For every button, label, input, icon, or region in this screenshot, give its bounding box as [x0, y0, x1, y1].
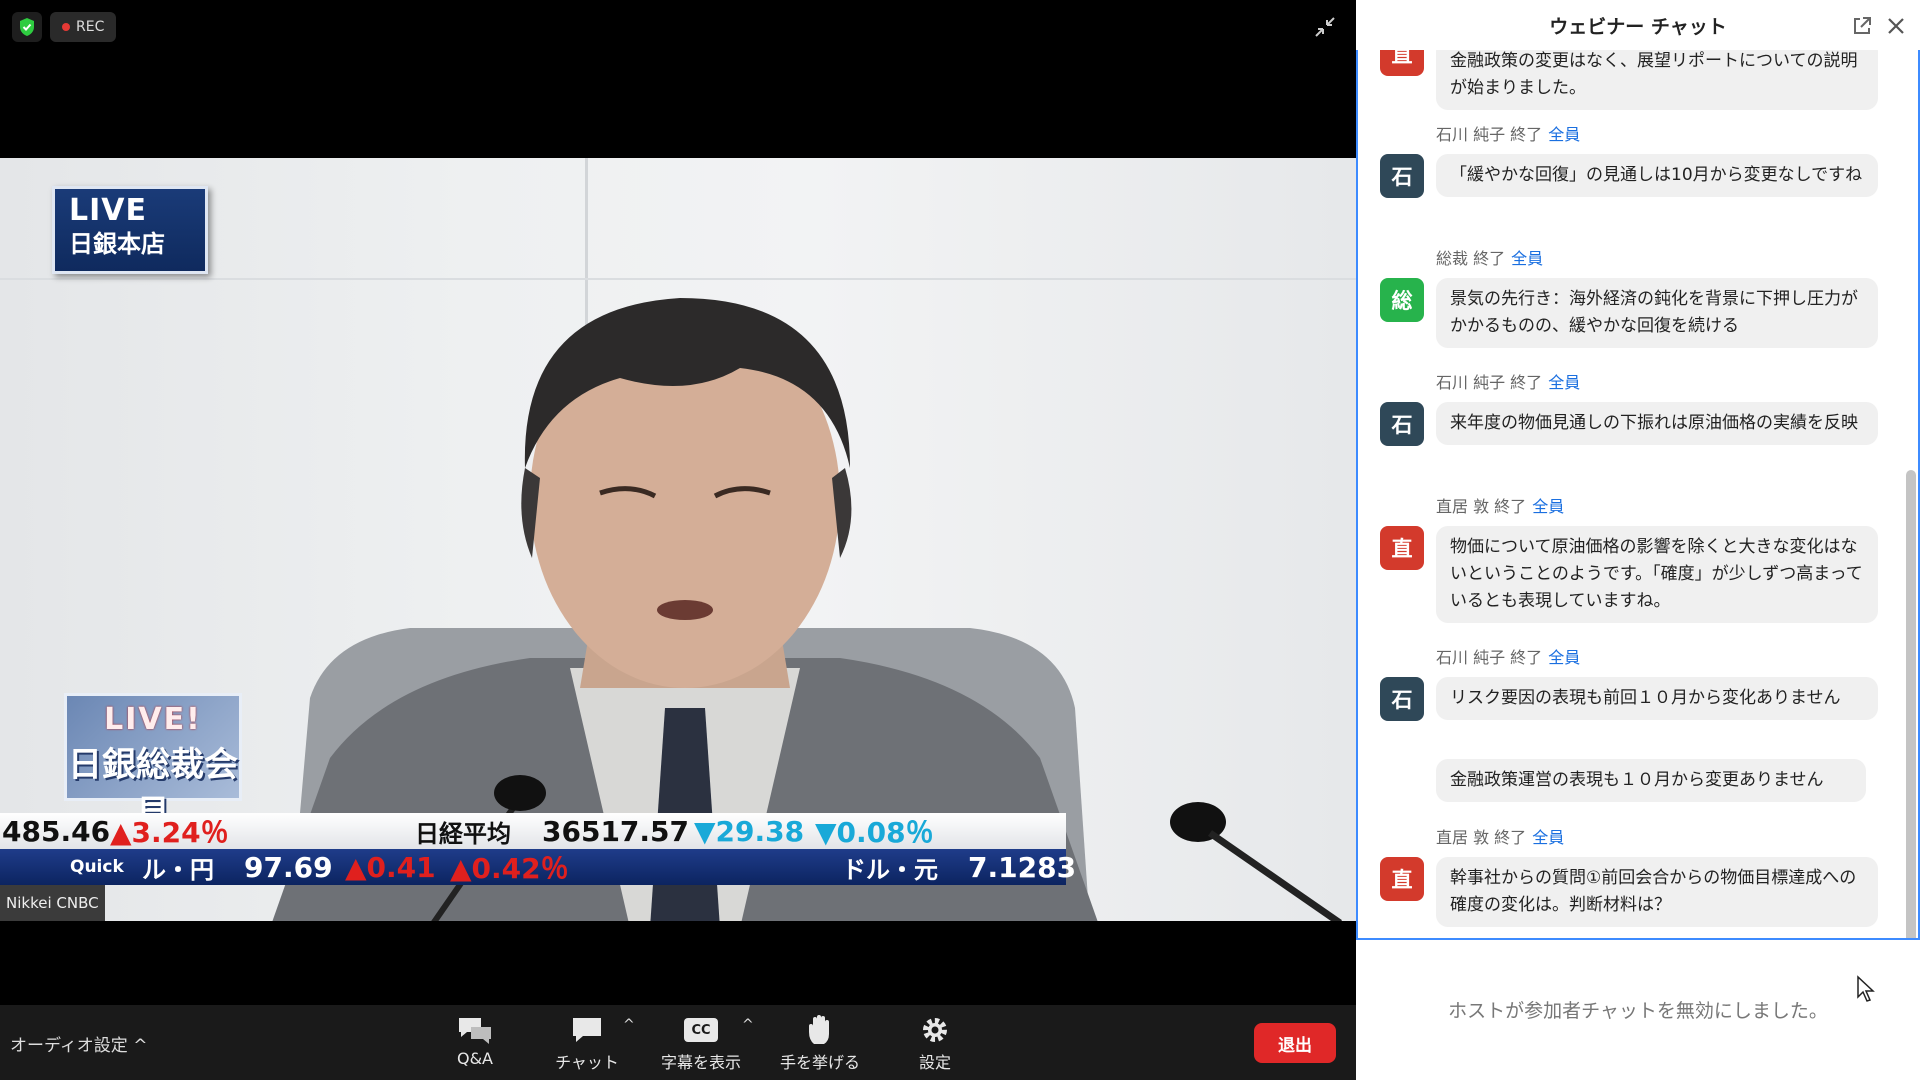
message-meta: 石川 純子 終了 全員 — [1436, 644, 1580, 668]
zoom-webinar-window: REC LIVE 日銀本店 LIVE! 日銀総裁会 485.46 ▲3.24％ … — [0, 0, 1920, 1080]
chat-title: ウェビナー チャット — [1549, 16, 1727, 38]
chat-icon — [573, 1018, 601, 1042]
rec-label: REC — [76, 19, 105, 35]
sender-name: 直居 敦 終了 — [1436, 497, 1527, 516]
chat-scrollbar[interactable] — [1906, 470, 1916, 938]
message-meta: 石川 純子 終了 全員 — [1436, 369, 1580, 393]
market-ticker-top: 485.46 ▲3.24％ 日経平均 36517.57 ▼29.38 ▼0.08… — [0, 813, 1066, 849]
raise-hand-button[interactable]: 手を挙げる — [772, 1013, 868, 1073]
message-bubble[interactable]: 幹事社からの質問①前回会合からの物価目標達成への確度の変化は。判断材料は？ — [1436, 857, 1878, 927]
mouse-cursor-icon — [1857, 975, 1875, 1002]
recipient-everyone[interactable]: 全員 — [1548, 125, 1580, 144]
ticker-pair2: ドル・元 — [842, 855, 938, 884]
recipient-everyone[interactable]: 全員 — [1511, 249, 1543, 268]
ticker-brand: Quick — [70, 857, 124, 877]
ticker-index-pct: ▼0.08％ — [815, 816, 934, 849]
source-label: Nikkei CNBC — [0, 885, 105, 921]
message-bubble[interactable]: 来年度の物価見通しの下振れは原油価格の実績を反映 — [1436, 402, 1878, 445]
message-bubble[interactable]: 金融政策の変更はなく、展望リポートについての説明が始まりました。 — [1436, 50, 1878, 110]
video-stream: LIVE 日銀本店 LIVE! 日銀総裁会 485.46 ▲3.24％ 日経平均… — [0, 158, 1356, 921]
message-bubble[interactable]: リスク要因の表現も前回１０月から変化ありません — [1436, 677, 1878, 720]
audio-settings-button[interactable]: オーディオ設定 ^ — [10, 1031, 147, 1056]
message-meta: 石川 純子 終了 全員 — [1436, 121, 1580, 145]
qa-icon — [459, 1018, 491, 1044]
message-bubble[interactable]: 「緩やかな回復」の見通しは10月から変更なしですね — [1436, 154, 1878, 197]
chat-header: ウェビナー チャット — [1356, 0, 1920, 50]
microphone-right — [1170, 802, 1342, 921]
sender-name: 直居 敦 終了 — [1436, 828, 1527, 847]
chat-button[interactable]: チャット — [539, 1013, 635, 1073]
settings-label: 設定 — [918, 1053, 951, 1072]
avatar: 総 — [1380, 278, 1424, 322]
ticker-index-name: 日経平均 — [415, 819, 511, 848]
recording-indicator: REC — [12, 12, 117, 42]
video-area: REC LIVE 日銀本店 LIVE! 日銀総裁会 485.46 ▲3.24％ … — [0, 0, 1356, 1005]
sender-name: 石川 純子 終了 — [1436, 125, 1543, 144]
ticker-pair1-value: 97.69 — [244, 850, 333, 884]
qa-label: Q&A — [456, 1049, 493, 1068]
sender-name: 総裁 終了 — [1436, 249, 1506, 268]
sender-name: 石川 純子 終了 — [1436, 648, 1543, 667]
leave-button[interactable]: 退出 — [1254, 1023, 1336, 1063]
gear-icon — [923, 1018, 947, 1042]
chat-disabled-notice: ホストが参加者チャットを無効にしました。 — [1448, 1000, 1828, 1022]
exit-fullscreen-icon[interactable] — [1312, 14, 1338, 40]
live-logo-place: 日銀本店 — [69, 230, 165, 258]
ticker-index-value: 36517.57 — [542, 814, 690, 848]
message-bubble[interactable]: 金融政策運営の表現も１０月から変更ありません — [1436, 759, 1866, 802]
recipient-everyone[interactable]: 全員 — [1548, 648, 1580, 667]
live-logo: LIVE 日銀本店 — [52, 186, 208, 274]
rec-badge[interactable]: REC — [50, 12, 117, 42]
raise-hand-label: 手を挙げる — [779, 1053, 860, 1072]
rec-dot-icon — [62, 23, 70, 31]
popout-icon[interactable] — [1852, 16, 1872, 36]
meeting-toolbar: オーディオ設定 ^ Q&A チャット ^ CC 字幕を表示 ^ 手を挙げる 設定… — [0, 1005, 1356, 1080]
market-ticker-bottom: Quick ル・円 97.69 ▲0.41 ▲0.42％ ドル・元 7.1283 — [0, 849, 1076, 885]
press-conference-logo: LIVE! 日銀総裁会見 — [64, 693, 242, 834]
avatar: 直 — [1380, 526, 1424, 570]
recipient-everyone[interactable]: 全員 — [1532, 497, 1564, 516]
cc-label: CC — [691, 1022, 711, 1038]
avatar: 直 — [1380, 857, 1424, 901]
cc-icon: CC — [684, 1018, 718, 1042]
avatar: 石 — [1380, 402, 1424, 446]
recipient-everyone[interactable]: 全員 — [1532, 828, 1564, 847]
avatar: 石 — [1380, 154, 1424, 198]
message-bubble[interactable]: 景気の先行き：海外経済の鈍化を背景に下押し圧力がかかるものの、緩やかな回復を続け… — [1436, 278, 1878, 348]
message-meta: 直居 敦 終了 全員 — [1436, 824, 1564, 848]
message-meta: 総裁 終了 全員 — [1436, 245, 1543, 269]
ticker-pair2-value: 7.1283 — [968, 850, 1077, 884]
ticker-left-change: ▲3.24％ — [110, 816, 229, 849]
avatar: 直 — [1380, 50, 1424, 76]
qa-button[interactable]: Q&A — [427, 1013, 523, 1068]
captions-options-caret-icon[interactable]: ^ — [742, 1017, 754, 1033]
ticker-pair1: ル・円 — [142, 855, 214, 884]
chat-message-list[interactable]: 直 金融政策の変更はなく、展望リポートについての説明が始まりました。 石川 純子… — [1356, 50, 1920, 940]
chat-options-caret-icon[interactable]: ^ — [623, 1017, 635, 1033]
ticker-pair1-pct: ▲0.42％ — [450, 852, 569, 885]
ticker-index-change: ▼29.38 — [694, 814, 805, 848]
close-icon[interactable] — [1886, 16, 1906, 36]
press-logo-live: LIVE! — [104, 702, 202, 737]
recipient-everyone[interactable]: 全員 — [1548, 373, 1580, 392]
message-meta: 直居 敦 終了 全員 — [1436, 493, 1564, 517]
ticker-pair1-change: ▲0.41 — [345, 850, 436, 884]
security-shield-icon[interactable] — [12, 12, 42, 42]
ticker-left-value: 485.46 — [2, 814, 111, 848]
captions-label: 字幕を表示 — [660, 1053, 741, 1072]
webinar-chat-panel: ウェビナー チャット 直 金融政策の変更はなく、展望リポートについての説明が始ま… — [1356, 0, 1920, 1080]
settings-button[interactable]: 設定 — [887, 1013, 983, 1073]
message-bubble[interactable]: 物価について原油価格の影響を除くと大きな変化はないということのようです。「確度」… — [1436, 526, 1878, 623]
chat-label: チャット — [555, 1053, 619, 1072]
captions-button[interactable]: CC 字幕を表示 — [653, 1013, 749, 1073]
raise-hand-icon — [809, 1015, 829, 1044]
avatar: 石 — [1380, 677, 1424, 721]
live-logo-live: LIVE — [69, 193, 147, 228]
sender-name: 石川 純子 終了 — [1436, 373, 1543, 392]
